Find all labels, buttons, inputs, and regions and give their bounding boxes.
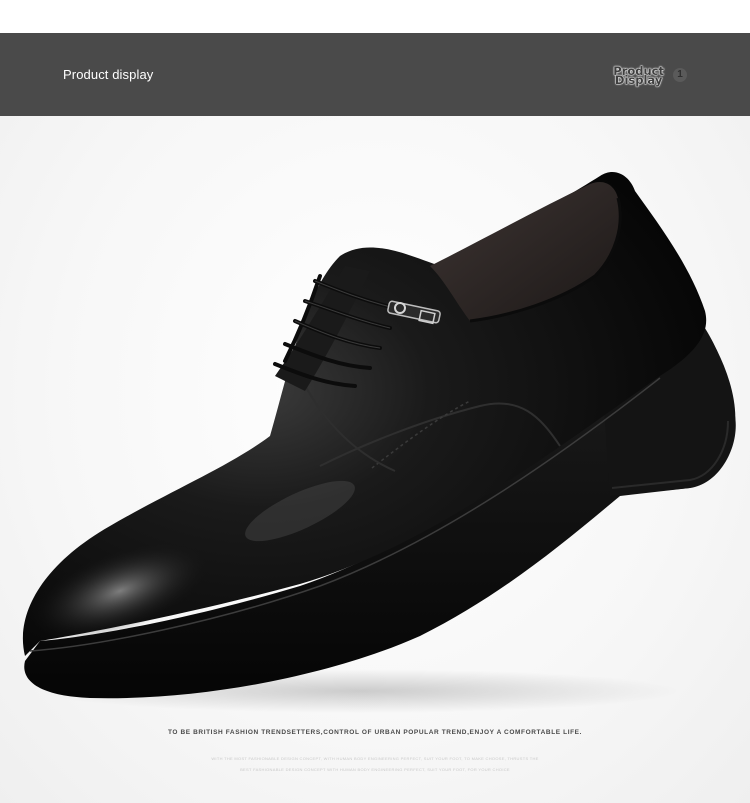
badge-line-2: Display — [614, 73, 663, 87]
badge-number: 1 — [673, 68, 687, 82]
fine-print-line-1: WITH THE MOST FASHIONABLE DESIGN CONCEPT… — [211, 756, 539, 761]
product-photo-area: TO BE BRITISH FASHION TRENDSETTERS,CONTR… — [0, 116, 750, 803]
fine-print-line-2: BEST FASHIONABLE DESIGN CONCEPT WITH HUM… — [240, 767, 510, 772]
banner-badge: Product Display — [613, 65, 664, 87]
section-banner: Product display Product Display 1 — [0, 33, 750, 116]
shoe-product-photo-icon — [22, 171, 736, 713]
top-spacer — [0, 0, 750, 33]
brand-slogan: TO BE BRITISH FASHION TRENDSETTERS,CONTR… — [167, 729, 583, 736]
banner-title: Product display — [63, 67, 154, 82]
